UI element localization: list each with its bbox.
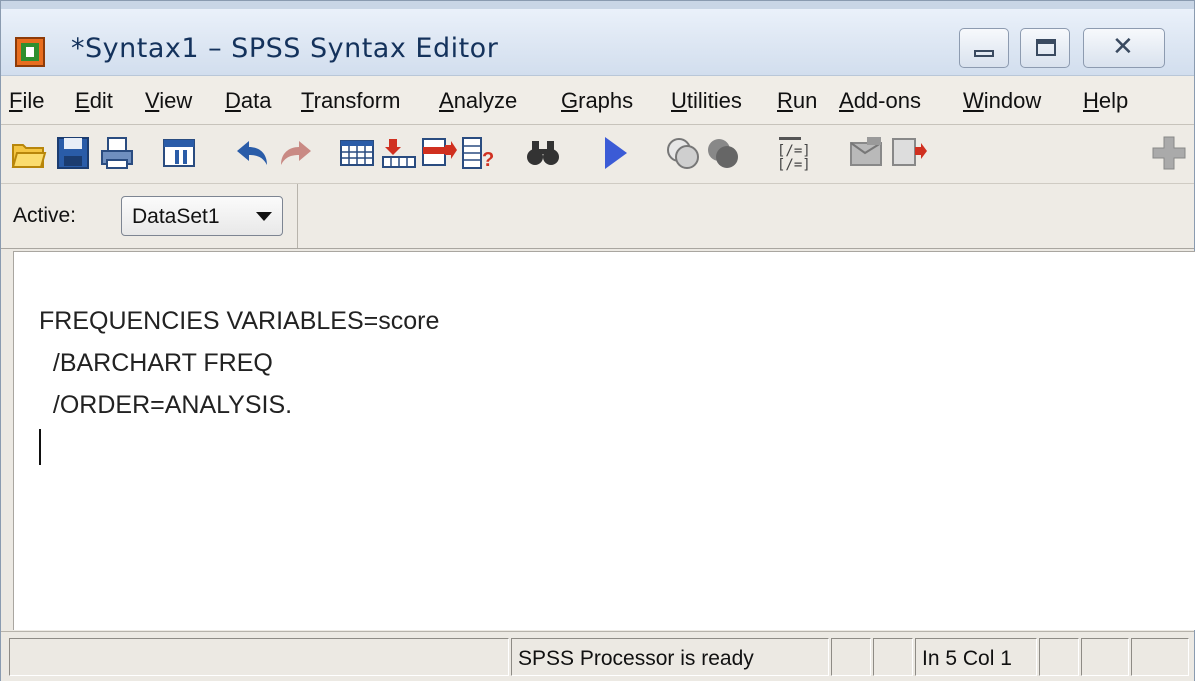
menu-window[interactable]: Window (963, 88, 1041, 114)
select-cases-icon[interactable] (849, 135, 885, 171)
processor-status: SPSS Processor is ready (518, 647, 754, 670)
menu-utilities[interactable]: Utilities (671, 88, 742, 114)
show-all-variables-icon[interactable] (705, 135, 741, 171)
variables-icon[interactable]: ? (461, 135, 497, 171)
cursor-position: In 5 Col 1 (922, 647, 1012, 670)
minimize-button[interactable] (959, 28, 1009, 68)
redo-icon[interactable] (277, 135, 313, 171)
menu-file[interactable]: File (9, 88, 44, 114)
status-cell-empty-5 (1131, 638, 1189, 676)
window-title: *Syntax1 – SPSS Syntax Editor (71, 33, 499, 64)
svg-text:[/=]: [/=] (777, 157, 809, 171)
chevron-down-icon (256, 212, 272, 221)
close-button[interactable]: ✕ (1083, 28, 1165, 68)
undo-icon[interactable] (235, 135, 271, 171)
menu-transform[interactable]: Transform (301, 88, 400, 114)
go-to-case-icon[interactable] (381, 135, 417, 171)
maximize-button[interactable] (1020, 28, 1070, 68)
status-cell-empty-2 (873, 638, 913, 676)
find-icon[interactable] (525, 135, 561, 171)
desktop-strip (1, 1, 1194, 9)
code-line-1: FREQUENCIES VARIABLES=score (39, 307, 440, 335)
dialog-recall-icon[interactable] (161, 135, 197, 171)
menu-run[interactable]: Run (777, 88, 817, 114)
save-icon[interactable] (55, 135, 91, 171)
divider (297, 184, 298, 248)
active-label: Active: (13, 204, 77, 227)
menu-graphs[interactable]: Graphs (561, 88, 633, 114)
data-view-icon[interactable] (339, 135, 375, 171)
add-icon[interactable] (1151, 135, 1187, 171)
spss-app-icon[interactable] (15, 37, 45, 67)
minimize-icon (974, 50, 994, 57)
menu-help[interactable]: Help (1083, 88, 1128, 114)
active-dataset-dropdown[interactable]: DataSet1 (121, 196, 283, 236)
status-cell-processor: SPSS Processor is ready (511, 638, 829, 676)
menu-view[interactable]: View (145, 88, 192, 114)
code-line-3: /ORDER=ANALYSIS. (39, 391, 293, 419)
menu-analyze[interactable]: Analyze (439, 88, 517, 114)
weight-cases-icon[interactable] (891, 135, 927, 171)
syntax-editor-textarea[interactable]: FREQUENCIES VARIABLES=score /BARCHART FR… (13, 251, 1195, 630)
text-caret (39, 429, 41, 465)
menu-bar: File Edit View Data Transform Analyze Gr… (1, 76, 1194, 125)
syntax-icon[interactable]: [/=] [/=] (773, 135, 809, 171)
status-cell-empty-1 (831, 638, 871, 676)
active-dataset-value: DataSet1 (132, 205, 220, 228)
status-cell-main (9, 638, 509, 676)
code-line-2: /BARCHART FREQ (39, 349, 273, 377)
menu-edit[interactable]: Edit (75, 88, 113, 114)
status-bar: SPSS Processor is ready In 5 Col 1 (1, 631, 1194, 681)
svg-text:?: ? (482, 149, 494, 171)
menu-add-ons[interactable]: Add-ons (839, 88, 921, 114)
maximize-icon (1036, 39, 1056, 56)
open-folder-icon[interactable] (11, 135, 47, 171)
title-bar[interactable]: *Syntax1 – SPSS Syntax Editor ✕ (1, 9, 1194, 76)
toolbar: ? [/=] [/=] (1, 125, 1194, 184)
active-dataset-bar: Active: DataSet1 (1, 184, 1194, 249)
status-cell-position: In 5 Col 1 (915, 638, 1037, 676)
status-cell-empty-3 (1039, 638, 1079, 676)
status-cell-empty-4 (1081, 638, 1129, 676)
use-sets-icon[interactable] (665, 135, 701, 171)
menu-data[interactable]: Data (225, 88, 271, 114)
print-icon[interactable] (99, 135, 135, 171)
run-icon[interactable] (597, 135, 633, 171)
syntax-editor-window: *Syntax1 – SPSS Syntax Editor ✕ File Edi… (0, 0, 1195, 681)
insert-case-icon[interactable] (421, 135, 457, 171)
close-icon: ✕ (1112, 32, 1134, 62)
